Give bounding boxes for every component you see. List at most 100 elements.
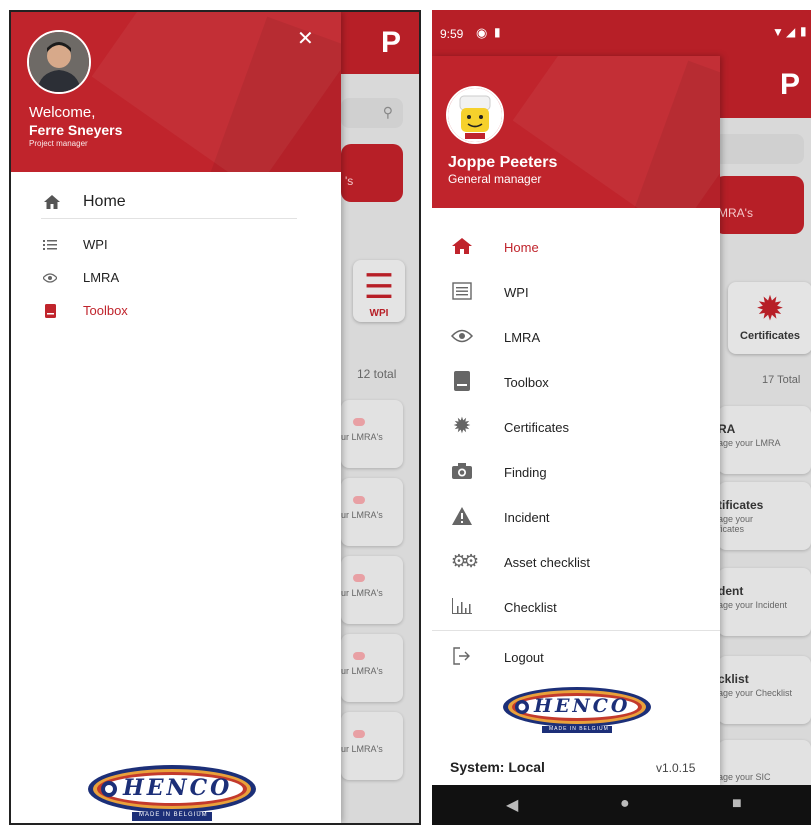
nav-item-toolbox[interactable]: Toolbox <box>11 296 341 326</box>
card-subtitle: age your Checklist <box>718 688 793 698</box>
badge <box>353 574 365 582</box>
search-icon: ⚲ <box>382 104 393 120</box>
certificates-tile[interactable]: ✹ Certificates <box>728 282 811 354</box>
cogs-icon: ⚙⚙ <box>450 550 479 571</box>
book-icon <box>41 302 59 320</box>
nav-item-checklist[interactable]: Checklist <box>432 586 720 626</box>
avatar <box>446 86 504 144</box>
wpi-tile[interactable]: ☰ WPI <box>353 260 405 322</box>
tile-label: Certificates <box>740 330 800 342</box>
logo-text: HENCO <box>534 695 631 717</box>
certificate-icon: ✹ <box>452 413 472 438</box>
badge <box>353 652 365 660</box>
search-bar[interactable] <box>714 134 804 164</box>
henco-logo: HENCO MADE IN BELGIUM <box>502 686 652 739</box>
henco-logo: HENCO MADE IN BELGIUM <box>87 764 257 823</box>
nav-label: Incident <box>504 510 550 525</box>
android-nav-bar: ◀ ● ■ <box>432 785 811 825</box>
system-label: System: Local <box>450 759 545 775</box>
right-phone-screen: P MRA's ✹ Certificates 17 Total RA age yo… <box>432 10 811 825</box>
nav-label: Finding <box>504 465 547 480</box>
user-name: Ferre Sneyers <box>29 122 123 138</box>
camera-icon <box>450 460 474 482</box>
home-icon <box>450 235 474 257</box>
list-card[interactable]: ur LMRA's <box>341 400 403 468</box>
nav-item-home[interactable]: Home <box>11 184 341 220</box>
drawer-header: ✕ Welcome, Ferre Sneyers Project manager <box>11 12 341 172</box>
chart-icon <box>450 595 474 617</box>
card-title: tificates <box>718 498 764 512</box>
card-subtitle: age your SIC <box>718 772 771 782</box>
eye-icon <box>41 269 59 287</box>
card-title: dent <box>718 584 744 598</box>
nav-item-lmra[interactable]: LMRA <box>11 263 341 293</box>
version-label: v1.0.15 <box>656 761 696 775</box>
navigation-drawer: Joppe Peeters General manager Home WPI L… <box>432 56 720 785</box>
nav-item-lmra[interactable]: LMRA <box>432 316 720 356</box>
list-icon: ☰ <box>363 268 395 306</box>
logout-button[interactable]: Logout <box>432 636 720 676</box>
warning-icon <box>450 505 474 527</box>
home-icon <box>41 191 63 213</box>
close-icon[interactable]: ✕ <box>297 26 314 51</box>
nav-item-home[interactable]: Home <box>432 226 720 266</box>
logout-icon <box>450 645 474 667</box>
status-time: 9:59 <box>440 27 464 41</box>
nav-item-asset-checklist[interactable]: ⚙⚙ Asset checklist <box>432 541 720 581</box>
battery-icon: ▮ <box>800 24 807 38</box>
nav-item-incident[interactable]: Incident <box>432 496 720 536</box>
nav-item-toolbox[interactable]: Toolbox <box>432 361 720 401</box>
user-role: Project manager <box>29 139 88 148</box>
nav-label: Toolbox <box>504 375 549 390</box>
sd-card-icon: ▮ <box>494 25 501 39</box>
nav-label: Logout <box>504 650 544 665</box>
list-card[interactable]: tificates age your ficates <box>718 482 811 550</box>
nav-item-wpi[interactable]: WPI <box>11 230 341 260</box>
nav-label: WPI <box>504 285 529 300</box>
card-subtitle: ur LMRA's <box>341 744 383 754</box>
list-card[interactable]: ur LMRA's <box>341 634 403 702</box>
welcome-text: Welcome, <box>29 104 96 121</box>
total-count: 17 Total <box>762 374 801 386</box>
recents-icon[interactable]: ■ <box>732 795 742 813</box>
book-icon <box>450 370 474 392</box>
tile-label: WPI <box>369 308 389 319</box>
list-card[interactable]: cklist age your Checklist <box>718 656 811 724</box>
nav-item-certificates[interactable]: ✹ Certificates <box>432 406 720 446</box>
banner[interactable]: 's <box>341 144 403 202</box>
app-notification-icon: ◉ <box>476 25 488 40</box>
certificate-icon: ✹ <box>755 290 785 328</box>
badge <box>353 418 365 426</box>
logo-text: HENCO <box>123 775 233 801</box>
nav-label: Toolbox <box>83 303 128 318</box>
user-role: General manager <box>448 172 542 186</box>
card-subtitle: ur LMRA's <box>341 432 383 442</box>
list-card[interactable]: dent age your Incident <box>718 568 811 636</box>
card-subtitle: age your LMRA <box>718 438 781 448</box>
total-count: 12 total <box>357 367 397 381</box>
card-title: cklist <box>718 672 749 686</box>
nav-label: Certificates <box>504 420 570 435</box>
card-subtitle: ur LMRA's <box>341 510 383 520</box>
user-name: Joppe Peeters <box>448 154 558 171</box>
card-subtitle: age your ficates <box>718 514 754 534</box>
search-bar[interactable]: ⚲ <box>341 98 403 128</box>
list-card[interactable]: ur LMRA's <box>341 556 403 624</box>
divider <box>41 218 297 219</box>
nav-item-wpi[interactable]: WPI <box>432 271 720 311</box>
list-card[interactable]: ur LMRA's <box>341 712 403 780</box>
banner[interactable]: MRA's <box>714 176 804 234</box>
nav-label: Home <box>83 193 126 210</box>
list-card[interactable]: RA age your LMRA <box>718 406 811 474</box>
app-logo: P <box>381 26 402 59</box>
banner-text: MRA's <box>718 206 753 220</box>
eye-icon <box>450 325 474 347</box>
list-icon <box>450 280 474 302</box>
badge <box>353 496 365 504</box>
back-icon[interactable]: ◀ <box>506 795 518 815</box>
nav-label: Home <box>504 240 539 255</box>
home-nav-icon[interactable]: ● <box>620 795 630 813</box>
list-card[interactable]: ur LMRA's <box>341 478 403 546</box>
left-phone-screen: P ⚲ 's ☰ WPI 12 total ur LMRA's ur LMRA'… <box>9 10 421 825</box>
nav-item-finding[interactable]: Finding <box>432 451 720 491</box>
